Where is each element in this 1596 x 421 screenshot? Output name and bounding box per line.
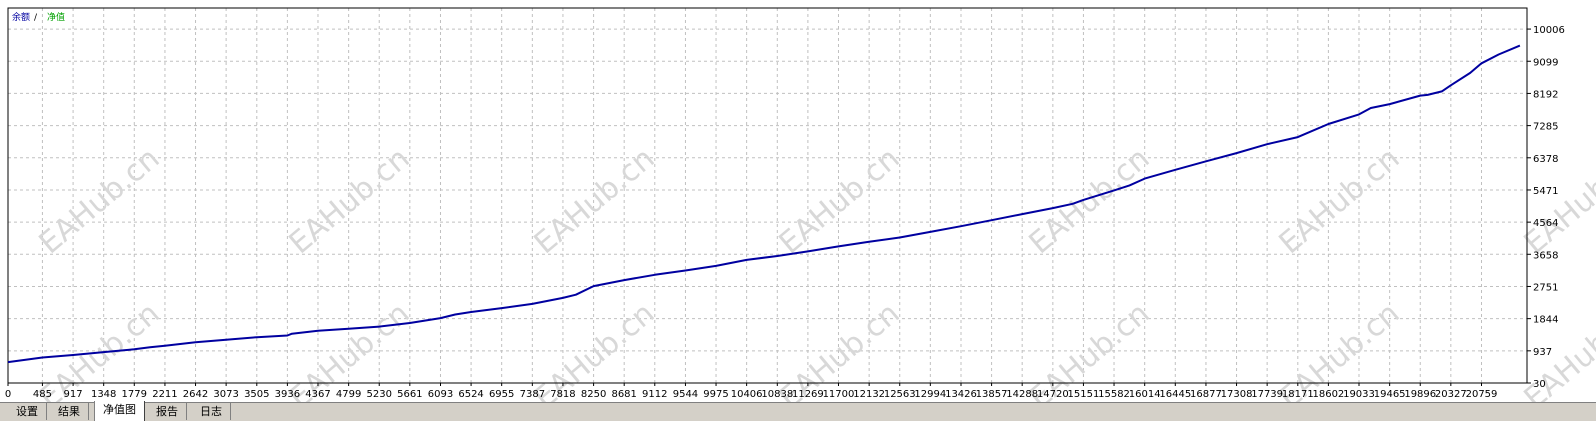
- x-tick-label: 10406: [731, 389, 763, 400]
- x-tick-label: 8250: [581, 389, 606, 400]
- x-tick-label: 11700: [823, 389, 855, 400]
- chart-panel: EAHub.cn EAHub.cn EAHub.cn EAHub.cn EAHub.cn…: [0, 0, 1596, 402]
- x-tick-label: 11269: [792, 389, 824, 400]
- x-tick-label: 917: [64, 389, 83, 400]
- x-tick-label: 15582: [1098, 389, 1130, 400]
- x-tick-label: 19033: [1343, 389, 1375, 400]
- y-tick-label: 1844: [1533, 315, 1558, 326]
- x-tick-label: 6955: [489, 389, 514, 400]
- y-tick-label: 9099: [1533, 57, 1558, 68]
- plot-area: [8, 8, 1527, 383]
- x-tick-label: 5661: [397, 389, 422, 400]
- x-tick-label: 6524: [458, 389, 483, 400]
- x-tick-label: 3505: [244, 389, 269, 400]
- x-tick-label: 18602: [1312, 389, 1344, 400]
- x-tick-label: 13857: [976, 389, 1008, 400]
- x-tick-label: 16014: [1129, 389, 1161, 400]
- x-tick-label: 14720: [1037, 389, 1069, 400]
- y-tick-label: 937: [1533, 347, 1552, 358]
- tab-journal[interactable]: 日志: [192, 403, 231, 420]
- x-tick-label: 17739: [1251, 389, 1283, 400]
- y-tick-label: 6378: [1533, 154, 1558, 165]
- x-tick-label: 1779: [122, 389, 147, 400]
- x-tick-label: 12994: [914, 389, 946, 400]
- y-tick-label: 3658: [1533, 250, 1558, 261]
- x-tick-label: 18171: [1282, 389, 1314, 400]
- y-tick-label: 10006: [1533, 25, 1565, 36]
- legend-item: 净值: [47, 11, 65, 23]
- tab-results[interactable]: 结果: [50, 403, 89, 420]
- x-tick-label: 20327: [1435, 389, 1467, 400]
- x-tick-label: 16445: [1159, 389, 1191, 400]
- y-tick-label: 2751: [1533, 282, 1558, 293]
- x-tick-label: 2642: [183, 389, 208, 400]
- tab-bar: 设置 结果 净值图 报告 日志: [0, 401, 1596, 421]
- x-tick-label: 14288: [1006, 389, 1038, 400]
- x-tick-label: 9975: [703, 389, 728, 400]
- legend-item: 余额: [12, 11, 30, 23]
- x-tick-label: 9544: [673, 389, 698, 400]
- x-tick-label: 3936: [275, 389, 300, 400]
- tab-equity-chart[interactable]: 净值图: [94, 401, 145, 421]
- x-tick-label: 6093: [428, 389, 453, 400]
- y-tick-label: 8192: [1533, 89, 1558, 100]
- x-tick-label: 9112: [642, 389, 667, 400]
- x-tick-label: 10838: [761, 389, 793, 400]
- x-tick-label: 0: [5, 389, 11, 400]
- x-tick-label: 4367: [305, 389, 330, 400]
- y-tick-label: 7285: [1533, 122, 1558, 133]
- watermark-text: EAHub.cn: [1518, 296, 1596, 402]
- x-tick-label: 12132: [853, 389, 885, 400]
- x-tick-label: 7818: [550, 389, 575, 400]
- x-tick-label: 3073: [213, 389, 238, 400]
- x-tick-label: 1348: [91, 389, 116, 400]
- x-tick-label: 20759: [1466, 389, 1498, 400]
- tab-settings[interactable]: 设置: [8, 403, 47, 420]
- y-tick-label: 30: [1533, 379, 1546, 390]
- x-tick-label: 2211: [152, 389, 177, 400]
- y-tick-label: 4564: [1533, 218, 1558, 229]
- x-tick-label: 8681: [611, 389, 636, 400]
- x-tick-label: 4799: [336, 389, 361, 400]
- x-tick-label: 5230: [367, 389, 392, 400]
- x-tick-label: 12563: [884, 389, 916, 400]
- x-tick-label: 16877: [1190, 389, 1222, 400]
- y-tick-label: 5471: [1533, 186, 1558, 197]
- x-tick-label: 13426: [945, 389, 977, 400]
- x-tick-label: 7387: [520, 389, 545, 400]
- x-tick-label: 485: [33, 389, 52, 400]
- tab-report[interactable]: 报告: [148, 403, 187, 420]
- x-tick-label: 17308: [1221, 389, 1253, 400]
- x-tick-label: 15151: [1068, 389, 1100, 400]
- x-tick-label: 19896: [1404, 389, 1436, 400]
- equity-chart: EAHub.cn EAHub.cn EAHub.cn EAHub.cn EAHub.cn…: [5, 7, 1596, 402]
- x-tick-label: 19465: [1374, 389, 1406, 400]
